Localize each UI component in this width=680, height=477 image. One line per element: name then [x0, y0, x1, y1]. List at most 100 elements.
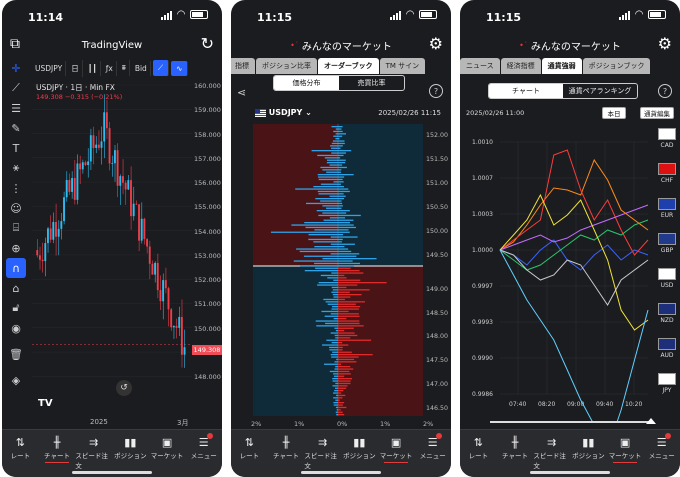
nav-speed-order[interactable]: ⇉ スピード注文 [304, 430, 341, 477]
price-tick: 158.000 [194, 130, 221, 139]
lock-icon[interactable]: ⌂ [2, 278, 30, 298]
x-tick: 10:20 [625, 401, 642, 408]
nav-chart[interactable]: ╫ チャート [268, 430, 305, 477]
nav-label: レート [468, 452, 489, 460]
flag-gbp-icon[interactable] [658, 233, 676, 245]
line-chart-icon[interactable]: ⟋ [152, 60, 170, 76]
nav-market[interactable]: ▣ マーケット [378, 430, 415, 477]
price-tick: 148.50 [426, 309, 449, 317]
reset-icon[interactable]: ↺ [116, 380, 132, 396]
candle-body [167, 288, 170, 310]
prediction-icon[interactable]: ⋮ [2, 178, 30, 198]
pattern-icon[interactable]: ⚹ [2, 158, 30, 178]
nav-position[interactable]: ▮▮ ポジション [112, 430, 149, 477]
tab-tm-sign[interactable]: TM サイン [379, 58, 426, 74]
emoji-icon[interactable]: ☺ [2, 198, 30, 218]
orderbar-long-below [304, 270, 338, 272]
time-scrollbar[interactable] [490, 421, 650, 423]
refresh-icon[interactable]: ↻ [201, 34, 214, 53]
gear-icon[interactable]: ⚙ [429, 34, 443, 53]
y-tick: 1.0000 [472, 247, 493, 254]
flag-nzd-icon[interactable] [658, 303, 676, 315]
text-icon[interactable]: T [2, 138, 30, 158]
symbol-button[interactable]: USDJPY [32, 60, 67, 76]
indicators-icon[interactable]: ƒx [103, 60, 117, 76]
nav-rate[interactable]: ⇅ レート [231, 430, 268, 477]
orderbar-long-below [327, 277, 338, 279]
eye-icon[interactable]: ◉ [2, 318, 30, 338]
flag-eur-icon[interactable] [658, 198, 676, 210]
toggle-chart[interactable]: チャート [489, 84, 563, 98]
nav-menu[interactable]: ☰ メニュー [643, 430, 680, 477]
tab-indicator[interactable]: 指標 [231, 58, 255, 74]
help-icon[interactable]: ? [429, 84, 443, 98]
nav-position[interactable]: ▮▮ ポジション [341, 430, 378, 477]
nav-speed-order[interactable]: ⇉ スピード注文 [75, 430, 112, 477]
nav-rate[interactable]: ⇅ レート [460, 430, 497, 477]
nav-chart[interactable]: ╫ チャート [497, 430, 534, 477]
orderbar-long-below [334, 334, 338, 337]
tab-position-book[interactable]: ポジションブック [582, 58, 651, 74]
lock2-icon[interactable]: 🔓︎ [2, 298, 30, 318]
area-chart-icon[interactable]: ∿ [171, 60, 189, 76]
nav-speed-order[interactable]: ⇉ スピード注文 [533, 430, 570, 477]
today-button[interactable]: 本日 [602, 107, 626, 119]
tab-order-book[interactable]: オーダーブック [318, 58, 379, 74]
candles-icon[interactable]: ┃┃ [85, 60, 101, 76]
layers-icon[interactable]: ◈ [2, 370, 30, 390]
tab-position-ratio[interactable]: ポジション比率 [256, 58, 317, 74]
nav-menu[interactable]: ☰ メニュー [414, 430, 451, 477]
nav-label: マーケット [608, 452, 642, 460]
window-icon[interactable]: ⧉ [10, 36, 20, 52]
orderbar-short-above [338, 181, 344, 183]
orderbar-short-below [338, 267, 351, 269]
bid-button[interactable]: Bid [132, 60, 151, 76]
flag-cad-icon[interactable] [658, 128, 676, 140]
order-book-chart[interactable] [253, 124, 423, 416]
compare-icon[interactable]: ⩩ [119, 60, 130, 76]
edit-currencies-button[interactable]: 通貨編集 [640, 107, 674, 119]
candlestick-chart[interactable] [32, 80, 192, 415]
nav-rate[interactable]: ⇅ レート [2, 430, 39, 477]
orderbar-long-above [331, 147, 338, 149]
orderbar-short-below [338, 358, 355, 361]
trash-icon[interactable]: 🗑︎ [2, 344, 30, 364]
currency-strength-chart[interactable]: 1.0010 1.0007 1.0003 1.0000 0.9997 0.9993 0.99… [472, 122, 652, 422]
crosshair-icon[interactable]: ✛ [2, 58, 30, 78]
nav-menu[interactable]: ☰ メニュー [185, 430, 222, 477]
nav-market[interactable]: ▣ マーケット [149, 430, 186, 477]
orderbar-long-above [308, 238, 338, 241]
tab-currency-strength[interactable]: 通貨強弱 [541, 58, 582, 74]
nav-chart[interactable]: ╫ チャート [39, 430, 76, 477]
trendline-icon[interactable]: ⟋ [2, 78, 30, 98]
nav-position[interactable]: ▮▮ ポジション [570, 430, 607, 477]
interval-button[interactable]: 日 [68, 59, 83, 77]
share-icon[interactable]: ⋖ [237, 86, 246, 99]
buy-zone-left [253, 266, 338, 416]
magnet-icon[interactable]: ∩ [6, 258, 26, 278]
fib-icon[interactable]: ☰ [2, 98, 30, 118]
app-header: ⧉ TradingView ↻ [2, 32, 222, 58]
orderbar-long-above [320, 200, 338, 202]
nav-market[interactable]: ▣ マーケット [607, 430, 644, 477]
gear-icon[interactable]: ⚙ [658, 34, 672, 53]
flag-aud-icon[interactable] [658, 338, 676, 350]
orderbar-long-below [333, 397, 338, 399]
scroll-handle-icon[interactable] [646, 418, 656, 424]
toggle-buy-sell-ratio[interactable]: 売買比率 [339, 76, 404, 90]
battery-icon [190, 10, 208, 19]
candle-body [111, 163, 114, 165]
pair-selector[interactable]: USDJPY ⌄ [255, 108, 312, 117]
help-icon[interactable]: ? [658, 84, 672, 98]
orderbar-long-below [322, 344, 338, 346]
flag-usd-icon[interactable] [658, 268, 676, 280]
zoom-icon[interactable]: ⊕ [2, 238, 30, 258]
flag-chf-icon[interactable] [658, 163, 676, 175]
ruler-icon[interactable]: ⌸ [2, 218, 30, 238]
tab-news[interactable]: ニュース [460, 58, 500, 74]
brush-icon[interactable]: ✎ [2, 118, 30, 138]
toggle-price-distribution[interactable]: 価格分布 [274, 76, 339, 90]
toggle-pair-ranking[interactable]: 通貨ペアランキング [563, 84, 637, 98]
tab-economic-indicators[interactable]: 経済指標 [500, 58, 541, 74]
flag-jpy-icon[interactable] [658, 373, 676, 385]
